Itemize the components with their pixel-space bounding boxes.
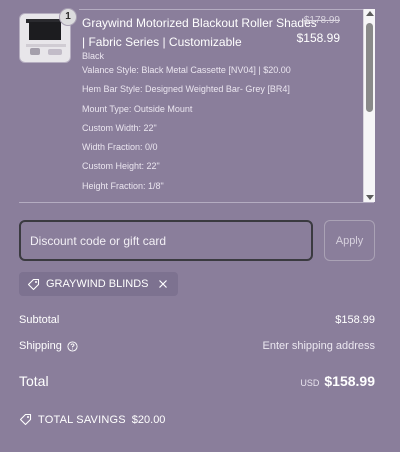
apply-button[interactable]: Apply: [324, 220, 375, 261]
variant-option: Mount Type: Outside Mount: [82, 103, 193, 114]
product-title: Graywind Motorized Blackout Roller Shade…: [82, 16, 317, 49]
compare-at-price: $178.99: [303, 15, 340, 26]
variant-option: Custom Width: 22": [82, 122, 157, 133]
divider: [19, 202, 374, 203]
quantity-badge: 1: [59, 8, 77, 26]
savings-value: $20.00: [131, 413, 166, 426]
total-savings: TOTAL SAVINGS $20.00: [19, 413, 165, 426]
subtotal-row: Subtotal $158.99: [19, 314, 375, 326]
variant-option: Black: [82, 51, 105, 61]
scroll-down-arrow-icon[interactable]: [366, 195, 374, 200]
shipping-label: Shipping: [19, 340, 62, 352]
subtotal-value: $158.99: [335, 314, 375, 326]
order-summary: 1 Graywind Motorized Blackout Roller Sha…: [0, 0, 400, 452]
total-amount-group: USD $158.99: [300, 373, 375, 389]
divider: [79, 9, 363, 10]
scrollbar[interactable]: [363, 9, 375, 202]
shipping-label-group: Shipping: [19, 340, 78, 352]
shipping-row: Shipping Enter shipping address: [19, 340, 375, 352]
shipping-value: Enter shipping address: [262, 340, 375, 352]
scroll-up-arrow-icon[interactable]: [366, 11, 374, 16]
variant-option: Width Fraction: 0/0: [82, 142, 158, 153]
cart-line-items: 1 Graywind Motorized Blackout Roller Sha…: [0, 0, 378, 203]
total-value: $158.99: [324, 373, 375, 389]
currency-code: USD: [300, 378, 320, 388]
applied-discount-tag: GRAYWIND BLINDS: [19, 272, 179, 296]
tag-icon: [19, 413, 32, 426]
close-icon[interactable]: [157, 278, 169, 290]
variant-option: Valance Style: Black Metal Cassette [NV0…: [82, 65, 291, 75]
help-icon[interactable]: [67, 340, 78, 352]
tag-icon: [27, 278, 40, 291]
total-row: Total USD $158.99: [19, 373, 375, 389]
variant-options: Black Valance Style: Black Metal Cassett…: [82, 49, 342, 198]
scrollbar-thumb[interactable]: [366, 23, 373, 112]
variant-option: Hem Bar Style: Designed Weighted Bar- Gr…: [82, 84, 290, 95]
product-price: $158.99: [296, 31, 340, 45]
variant-option: Height Fraction: 1/8": [82, 180, 164, 191]
subtotal-label: Subtotal: [19, 314, 60, 326]
discount-code-label: GRAYWIND BLINDS: [46, 278, 149, 290]
discount-code-input[interactable]: [19, 220, 313, 261]
variant-option: Custom Height: 22": [82, 161, 160, 172]
savings-label: TOTAL SAVINGS: [38, 413, 126, 426]
total-label: Total: [19, 373, 49, 389]
